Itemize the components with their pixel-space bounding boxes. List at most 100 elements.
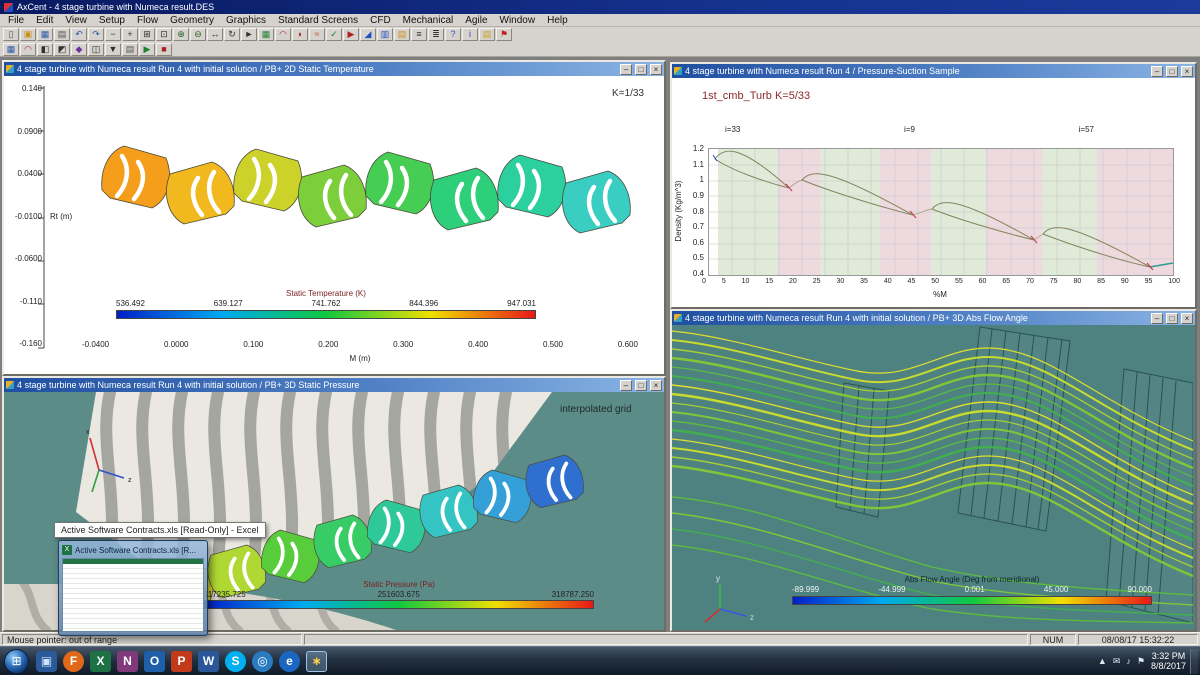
excel-preview-thumbnail[interactable]: X Active Software Contracts.xls [R... — [58, 540, 208, 636]
taskbar-skype-icon[interactable]: S — [225, 651, 246, 672]
taskbar-word-icon[interactable]: W — [198, 651, 219, 672]
minimize-button[interactable]: – — [620, 380, 632, 391]
menu-item[interactable]: Mechanical — [397, 15, 460, 26]
child-titlebar[interactable]: 4 stage turbine with Numeca result Run 4… — [4, 62, 664, 76]
menu-item[interactable]: Setup — [93, 15, 131, 26]
child-titlebar[interactable]: 4 stage turbine with Numeca result Run 4… — [672, 311, 1195, 325]
temperature-2d-view[interactable]: K=1/33 0.1400.09000.0400-0.0100-0.0600-0… — [4, 76, 664, 374]
taskbar-app-icon[interactable]: ▣ — [36, 651, 57, 672]
convergence-icon[interactable]: ◠ — [20, 43, 36, 56]
meridional-view-icon[interactable]: ◩ — [54, 43, 70, 56]
help-icon[interactable]: ? — [445, 28, 461, 41]
table-icon[interactable]: ▥ — [377, 28, 393, 41]
child-titlebar[interactable]: 4 stage turbine with Numeca result Run 4… — [4, 378, 664, 392]
menu-item[interactable]: Flow — [131, 15, 164, 26]
undo-icon[interactable]: ↶ — [71, 28, 87, 41]
taskbar-ie-icon[interactable]: e — [279, 651, 300, 672]
books-icon[interactable]: ▤ — [479, 28, 495, 41]
toolbar-glyph: ↻ — [228, 30, 236, 39]
child-titlebar[interactable]: 4 stage turbine with Numeca result Run 4… — [672, 64, 1195, 78]
main-titlebar[interactable]: AxCent - 4 stage turbine with Numeca res… — [0, 0, 1200, 14]
select-icon[interactable]: ► — [241, 28, 257, 41]
layers-icon[interactable]: ≡ — [411, 28, 427, 41]
menu-item[interactable]: Agile — [459, 15, 493, 26]
menu-item[interactable]: Geometry — [164, 15, 220, 26]
tray-volume-icon[interactable]: ♪ — [1126, 656, 1131, 666]
close-button[interactable]: × — [1181, 66, 1193, 77]
temperature-2d-plot[interactable] — [4, 76, 664, 374]
axis-tick: 45 — [908, 278, 916, 285]
export-icon[interactable]: ▼ — [105, 43, 121, 56]
taskbar-clock[interactable]: 3:32 PM 8/8/2017 — [1151, 651, 1186, 671]
menu-item[interactable]: View — [59, 15, 93, 26]
check-icon[interactable]: ✓ — [326, 28, 342, 41]
magnify-minus-icon[interactable]: ⊖ — [190, 28, 206, 41]
menu-item[interactable]: Window — [494, 15, 542, 26]
taskbar-onenote-icon[interactable]: N — [117, 651, 138, 672]
run-cfd-icon[interactable]: ▶ — [343, 28, 359, 41]
start-button[interactable]: ⊞ — [4, 649, 29, 674]
flag-icon[interactable]: ⚑ — [496, 28, 512, 41]
menu-item[interactable]: Edit — [30, 15, 59, 26]
show-desktop-button[interactable] — [1190, 649, 1198, 674]
taskbar-axcent-icon[interactable]: ∗ — [306, 651, 327, 672]
minimize-button[interactable]: – — [1151, 313, 1163, 324]
report-icon[interactable]: ▤ — [394, 28, 410, 41]
pan-icon[interactable]: ↔ — [207, 28, 223, 41]
close-button[interactable]: × — [1181, 313, 1193, 324]
menu-item[interactable]: CFD — [364, 15, 397, 26]
density-plot[interactable] — [708, 148, 1174, 276]
toolbar-glyph: ▶ — [348, 30, 355, 39]
tray-mail-icon[interactable]: ✉ — [1113, 656, 1121, 667]
maximize-button[interactable]: □ — [635, 380, 647, 391]
properties-icon[interactable]: ≣ — [428, 28, 444, 41]
minimize-button[interactable]: – — [1151, 66, 1163, 77]
blade-to-blade-icon[interactable]: ◧ — [37, 43, 53, 56]
print-preview-icon[interactable]: ▤ — [122, 43, 138, 56]
axis-tick: 0.300 — [393, 340, 413, 349]
flow-path-icon[interactable]: ≈ — [309, 28, 325, 41]
section-icon[interactable]: ◫ — [88, 43, 104, 56]
menu-item[interactable]: Help — [541, 15, 574, 26]
chart-icon[interactable]: ◢ — [360, 28, 376, 41]
taskbar-excel-icon[interactable]: X — [90, 651, 111, 672]
rotate-view-icon[interactable]: ↻ — [224, 28, 240, 41]
tray-flag-icon[interactable]: ⚑ — [1137, 656, 1145, 667]
flow-angle-3d-view[interactable]: y z Abs Flow Angle (Deg from meridional)… — [672, 325, 1195, 630]
taskbar-outlook-icon[interactable]: O — [144, 651, 165, 672]
view-3d-icon[interactable]: ◆ — [71, 43, 87, 56]
info-icon[interactable]: i — [462, 28, 478, 41]
zoom-fit-icon[interactable]: ⊡ — [156, 28, 172, 41]
stop-icon[interactable]: ■ — [156, 43, 172, 56]
menu-item[interactable]: Graphics — [220, 15, 272, 26]
menu-item[interactable]: Standard Screens — [272, 15, 364, 26]
menu-item[interactable]: File — [2, 15, 30, 26]
minimize-button[interactable]: – — [620, 64, 632, 75]
maximize-button[interactable]: □ — [1166, 313, 1178, 324]
new-file-icon[interactable]: ▯ — [3, 28, 19, 41]
zoom-window-icon[interactable]: ⊞ — [139, 28, 155, 41]
play-icon[interactable]: ▶ — [139, 43, 155, 56]
maximize-button[interactable]: □ — [1166, 66, 1178, 77]
blade-icon[interactable]: ◗ — [292, 28, 308, 41]
open-file-icon[interactable]: ▣ — [20, 28, 36, 41]
geometry-arc-icon[interactable]: ◠ — [275, 28, 291, 41]
print-icon[interactable]: ▤ — [54, 28, 70, 41]
magnify-plus-icon[interactable]: ⊕ — [173, 28, 189, 41]
close-button[interactable]: × — [650, 64, 662, 75]
taskbar-powerpoint-icon[interactable]: P — [171, 651, 192, 672]
pressure-suction-view[interactable]: 1st_cmb_Turb K=5/33 i=33 i=9 i=57 De — [672, 78, 1195, 307]
maximize-button[interactable]: □ — [635, 64, 647, 75]
save-icon[interactable]: ▦ — [37, 28, 53, 41]
zoom-in-icon[interactable]: + — [122, 28, 138, 41]
mesh-icon[interactable]: ▦ — [3, 43, 19, 56]
tray-expand-icon[interactable]: ▲ — [1098, 656, 1107, 666]
zoom-out-icon[interactable]: − — [105, 28, 121, 41]
toolbar-glyph: ⊖ — [194, 30, 202, 39]
taskbar-network-icon[interactable]: ◎ — [252, 651, 273, 672]
close-button[interactable]: × — [650, 380, 662, 391]
redo-icon[interactable]: ↷ — [88, 28, 104, 41]
taskbar-firefox-icon[interactable]: F — [63, 651, 84, 672]
grid-icon[interactable]: ▦ — [258, 28, 274, 41]
toolbar-glyph: ▤ — [58, 30, 67, 39]
